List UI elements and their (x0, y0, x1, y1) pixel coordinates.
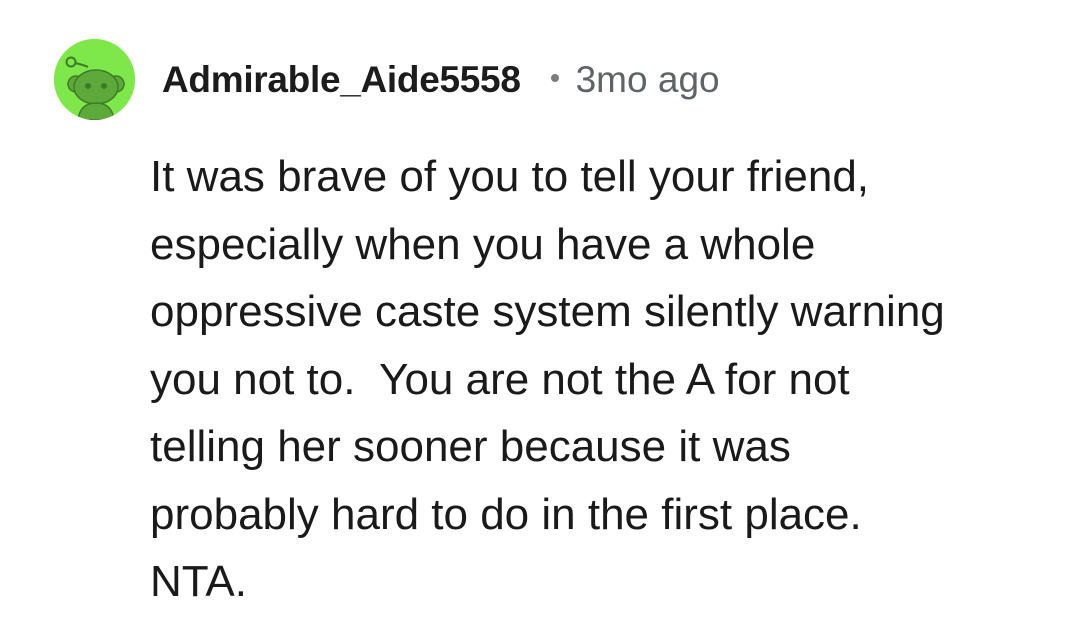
comment-body-line: probably hard to do in the first place. (150, 489, 862, 539)
comment-timestamp: 3mo ago (575, 59, 720, 100)
comment-body-line: you not to. You are not the A for not (150, 354, 850, 404)
comment-body-line: It was brave of you to tell your friend, (150, 152, 870, 201)
dot-icon (550, 74, 559, 82)
comment-body-line: especially when you have a whole (150, 219, 816, 269)
comment-body-line: telling her sooner because it was (150, 422, 791, 471)
author-username[interactable]: Admirable_Aide5558 (162, 59, 521, 101)
comment-body-line: NTA. (150, 557, 247, 606)
snoo-avatar-icon[interactable] (54, 39, 135, 120)
comment: Admirable_Aide5558 3mo ago It was brave … (0, 0, 1080, 639)
comment-meta: Admirable_Aide5558 3mo ago (162, 52, 720, 108)
comment-body-line: oppressive caste system silently warning (150, 287, 945, 336)
comment-body: It was brave of you to tell your friend,… (150, 143, 1050, 616)
